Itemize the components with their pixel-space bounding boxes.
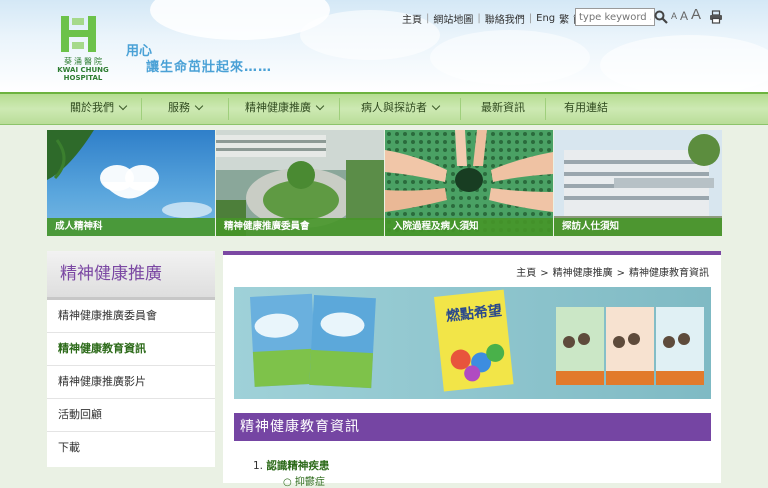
nav-item-about[interactable]: 關於我們 — [55, 94, 141, 122]
breadcrumb: 主頁 > 精神健康推廣 > 精神健康教育資訊 — [516, 268, 709, 279]
top-links: 主頁 | 網站地圖 | 聯絡我們 | Eng 繁 簡 — [402, 11, 583, 26]
banner-tile-adult-psychiatry[interactable]: 成人精神科 — [47, 130, 215, 236]
site-header: 葵涌醫院 KWAI CHUNG HOSPITAL 用心 讓生命茁壯起來…… 主頁… — [0, 0, 768, 92]
booklets-image: 燃點希望 — [234, 287, 711, 399]
banner-tile-visitors[interactable]: 探訪人仕須知 — [554, 130, 722, 236]
sidebar-item-activities[interactable]: 活動回顧 — [47, 399, 215, 432]
sitemap-link[interactable]: 網站地圖 — [433, 11, 473, 26]
main-navigation: 關於我們 服務 精神健康推廣 病人與探訪者 最新資訊 有用連結 — [0, 92, 768, 125]
font-small-button[interactable]: A — [671, 11, 677, 21]
list-subitem: ○ 抑鬱症 — [283, 473, 325, 488]
breadcrumb-mental-health[interactable]: 精神健康推廣 — [553, 268, 613, 279]
sidebar: 精神健康推廣 精神健康推廣委員會 精神健康教育資訊 精神健康推廣影片 活動回顧 … — [47, 251, 215, 467]
search-icon[interactable] — [654, 10, 668, 24]
section-title: 精神健康教育資訊 — [234, 413, 711, 441]
chevron-down-icon — [431, 101, 441, 111]
cloud-decoration — [600, 35, 768, 92]
list-item-link[interactable]: 認識精神疾患 — [266, 460, 329, 472]
sidebar-title: 精神健康推廣 — [47, 251, 215, 300]
nav-item-news[interactable]: 最新資訊 — [461, 94, 545, 122]
education-materials-photo: 燃點希望 — [234, 287, 711, 399]
chevron-down-icon — [118, 101, 128, 111]
sidebar-item-downloads[interactable]: 下載 — [47, 432, 215, 464]
nav-item-links[interactable]: 有用連結 — [546, 94, 626, 122]
hospital-logo[interactable] — [58, 14, 110, 54]
font-medium-button[interactable]: A — [680, 9, 688, 23]
cloud-decoration — [430, 30, 590, 85]
home-link[interactable]: 主頁 — [402, 11, 422, 26]
banner-caption: 入院過程及病人須知 — [385, 218, 553, 236]
banner-tiles: 成人精神科 精神健康推廣委員會 入院過程及病人須知 探訪人仕須知 — [47, 130, 722, 236]
divider: | — [426, 13, 430, 24]
sidebar-item-education[interactable]: 精神健康教育資訊 — [47, 333, 215, 366]
breadcrumb-current: 精神健康教育資訊 — [629, 268, 709, 279]
font-large-button[interactable]: A — [691, 6, 701, 23]
banner-caption: 成人精神科 — [47, 218, 215, 236]
nav-item-patients-visitors[interactable]: 病人與探訪者 — [340, 94, 460, 122]
chevron-down-icon — [315, 101, 325, 111]
nav-item-mental-health[interactable]: 精神健康推廣 — [229, 94, 339, 122]
search-input[interactable] — [575, 8, 655, 26]
banner-caption: 精神健康推廣委員會 — [216, 218, 384, 236]
sidebar-item-videos[interactable]: 精神健康推廣影片 — [47, 366, 215, 399]
banner-tile-admission[interactable]: 入院過程及病人須知 — [385, 130, 553, 236]
logo-english-name: HOSPITAL — [63, 74, 103, 82]
breadcrumb-home[interactable]: 主頁 — [516, 268, 536, 279]
list-item: 1. 認識精神疾患 — [253, 460, 330, 472]
logo-english-name: KWAI CHUNG — [57, 66, 109, 74]
lang-traditional-link[interactable]: 繁 — [559, 11, 569, 26]
contact-link[interactable]: 聯絡我們 — [485, 11, 525, 26]
banner-tile-committee[interactable]: 精神健康推廣委員會 — [216, 130, 384, 236]
sidebar-item-committee[interactable]: 精神健康推廣委員會 — [47, 300, 215, 333]
nav-item-services[interactable]: 服務 — [142, 94, 228, 122]
lang-english-link[interactable]: Eng — [536, 13, 555, 24]
divider: | — [528, 13, 533, 24]
slogan-line2: 讓生命茁壯起來…… — [146, 60, 273, 75]
chevron-down-icon — [194, 101, 204, 111]
divider: | — [477, 13, 481, 24]
banner-caption: 探訪人仕須知 — [554, 218, 722, 236]
print-icon[interactable] — [709, 10, 723, 24]
main-content: 主頁 > 精神健康推廣 > 精神健康教育資訊 燃點希望 精神健康教育資訊 1. … — [223, 251, 721, 488]
